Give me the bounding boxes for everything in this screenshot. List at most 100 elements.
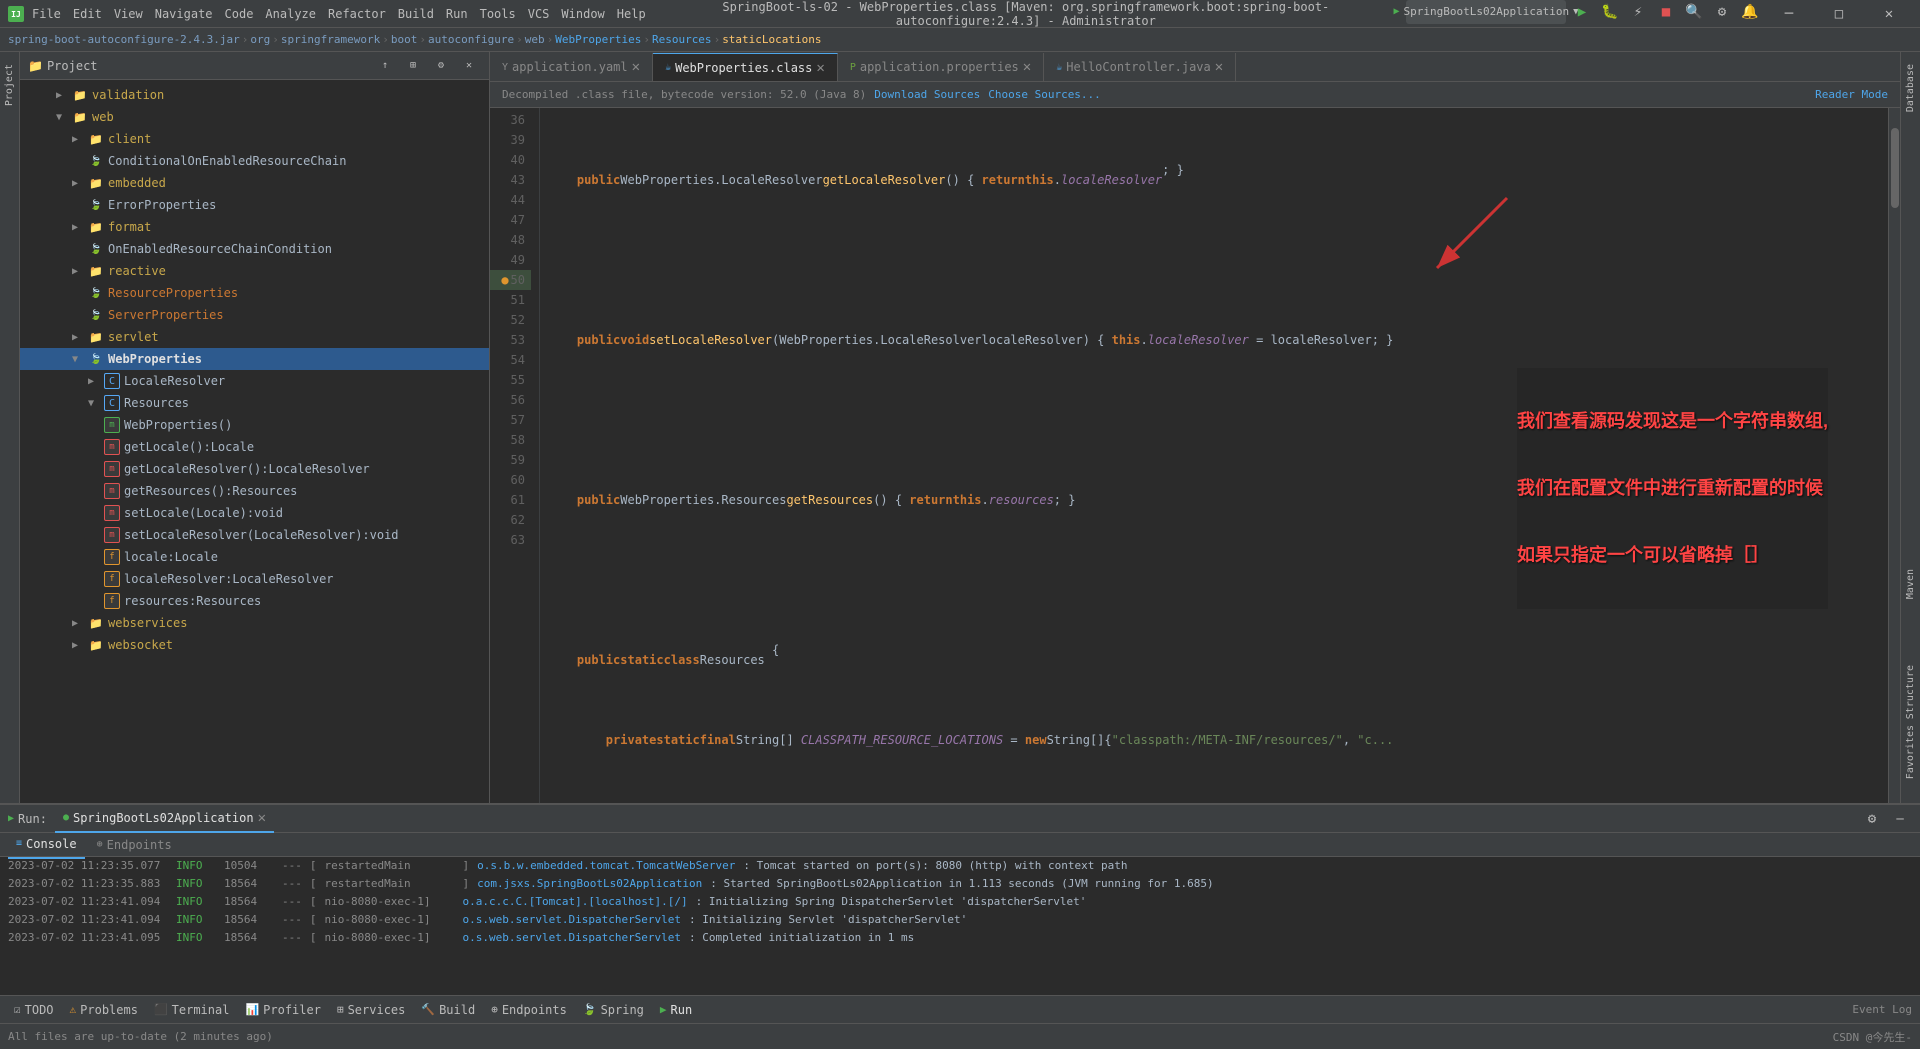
breadcrumb-webproperties[interactable]: WebProperties (555, 33, 641, 46)
tab-close-webprops[interactable]: ✕ (816, 60, 824, 76)
scrollbar-thumb[interactable] (1891, 128, 1899, 208)
menu-vcs[interactable]: VCS (528, 7, 550, 21)
tree-item-format[interactable]: ▶ 📁 format (20, 216, 489, 238)
toolbar-build[interactable]: 🔨 Build (415, 999, 481, 1021)
breadcrumb-web[interactable]: web (525, 33, 545, 46)
toolbar-run[interactable]: ▶ Run (654, 999, 698, 1021)
tab-close-yaml[interactable]: ✕ (632, 59, 640, 75)
toolbar-endpoints[interactable]: ⊕ Endpoints (485, 999, 573, 1021)
tab-webproperties[interactable]: ☕ WebProperties.class ✕ (653, 53, 838, 81)
tree-item-setlocale[interactable]: ▶ m setLocale(Locale):void (20, 502, 489, 524)
download-sources-link[interactable]: Download Sources (874, 88, 980, 101)
menu-window[interactable]: Window (561, 7, 604, 21)
toolbar-spring[interactable]: 🍃 Spring (577, 999, 650, 1021)
tree-item-localeresolver-field[interactable]: ▶ f localeResolver:LocaleResolver (20, 568, 489, 590)
tab-application-props[interactable]: P application.properties ✕ (838, 53, 1044, 81)
menu-tools[interactable]: Tools (480, 7, 516, 21)
tree-item-reactive[interactable]: ▶ 📁 reactive (20, 260, 489, 282)
tree-item-localeresolver[interactable]: ▶ C LocaleResolver (20, 370, 489, 392)
tree-item-errorprops[interactable]: ▶ 🍃 ErrorProperties (20, 194, 489, 216)
tab-close-hello[interactable]: ✕ (1215, 59, 1223, 75)
stop-button[interactable]: ■ (1654, 0, 1678, 24)
tree-item-constructor[interactable]: ▶ m WebProperties() (20, 414, 489, 436)
project-close[interactable]: ✕ (457, 54, 481, 78)
favorites-tab[interactable]: Favorites (1903, 721, 1918, 783)
menu-navigate[interactable]: Navigate (155, 7, 213, 21)
reader-mode-link[interactable]: Reader Mode (1815, 88, 1888, 101)
tree-item-resources-field[interactable]: ▶ f resources:Resources (20, 590, 489, 612)
tab-hellocontroller[interactable]: ☕ HelloController.java ✕ (1044, 53, 1236, 81)
project-settings[interactable]: ⚙ (429, 54, 453, 78)
tab-run-config[interactable]: ● SpringBootLs02Application ✕ (55, 805, 274, 833)
breadcrumb-resources[interactable]: Resources (652, 33, 712, 46)
menu-run[interactable]: Run (446, 7, 468, 21)
tree-item-webservices[interactable]: ▶ 📁 webservices (20, 612, 489, 634)
settings-button[interactable]: ⚙ (1710, 0, 1734, 24)
structure-tab[interactable]: Structure (1903, 661, 1918, 723)
editor-scrollbar[interactable] (1888, 108, 1900, 803)
project-expand[interactable]: ⊞ (401, 54, 425, 78)
tree-item-resources[interactable]: ▼ C Resources (20, 392, 489, 414)
debug-button[interactable]: 🐛 (1598, 0, 1622, 24)
endpoints-sub-tab[interactable]: ⊕ Endpoints (89, 831, 180, 859)
minimize-button[interactable]: ─ (1766, 0, 1812, 28)
code-content[interactable]: public WebProperties.LocaleResolver getL… (540, 108, 1888, 803)
tree-item-getlocale[interactable]: ▶ m getLocale():Locale (20, 436, 489, 458)
breadcrumb-springframework[interactable]: springframework (281, 33, 380, 46)
profile-button[interactable]: ⚡ (1626, 0, 1650, 24)
breadcrumb-org[interactable]: org (250, 33, 270, 46)
tree-item-embedded[interactable]: ▶ 📁 embedded (20, 172, 489, 194)
tree-label: getResources():Resources (124, 484, 297, 498)
run-button[interactable]: ▶ (1570, 0, 1594, 24)
choose-sources-link[interactable]: Choose Sources... (988, 88, 1101, 101)
menu-help[interactable]: Help (617, 7, 646, 21)
tree-item-serverprops[interactable]: ▶ 🍃 ServerProperties (20, 304, 489, 326)
problems-icon: ⚠ (70, 1003, 77, 1016)
tree-item-client[interactable]: ▶ 📁 client (20, 128, 489, 150)
tree-item-conditionalreschain[interactable]: ▶ 🍃 ConditionalOnEnabledResourceChain (20, 150, 489, 172)
tree-item-validation[interactable]: ▶ 📁 validation (20, 84, 489, 106)
tree-item-webprops[interactable]: ▼ 🍃 WebProperties (20, 348, 489, 370)
database-tab[interactable]: Database (1903, 60, 1918, 116)
tree-item-getlocaleresolver[interactable]: ▶ m getLocaleResolver():LocaleResolver (20, 458, 489, 480)
toolbar-profiler[interactable]: 📊 Profiler (239, 999, 327, 1021)
tree-item-onerrc[interactable]: ▶ 🍃 OnEnabledResourceChainCondition (20, 238, 489, 260)
tree-item-servlet[interactable]: ▶ 📁 servlet (20, 326, 489, 348)
maximize-button[interactable]: □ (1816, 0, 1862, 28)
panel-close[interactable]: ─ (1888, 807, 1912, 831)
menu-view[interactable]: View (114, 7, 143, 21)
menu-code[interactable]: Code (225, 7, 254, 21)
menu-build[interactable]: Build (398, 7, 434, 21)
toolbar-problems[interactable]: ⚠ Problems (64, 999, 144, 1021)
tree-item-resourceprops[interactable]: ▶ 🍃 ResourceProperties (20, 282, 489, 304)
breadcrumb-staticlocations[interactable]: staticLocations (722, 33, 821, 46)
tab-close-run[interactable]: ✕ (258, 810, 266, 826)
event-log-link[interactable]: Event Log (1852, 1003, 1912, 1016)
tree-item-web[interactable]: ▼ 📁 web (20, 106, 489, 128)
project-scroll-top[interactable]: ↑ (373, 54, 397, 78)
notifications[interactable]: 🔔 (1738, 0, 1762, 24)
tab-application-yaml[interactable]: Y application.yaml ✕ (490, 53, 653, 81)
menu-refactor[interactable]: Refactor (328, 7, 386, 21)
search-everywhere[interactable]: 🔍 (1682, 0, 1706, 24)
tab-close-props[interactable]: ✕ (1023, 59, 1031, 75)
toolbar-todo[interactable]: ☑ TODO (8, 999, 60, 1021)
project-tab[interactable]: Project (2, 60, 17, 110)
menu-file[interactable]: File (32, 7, 61, 21)
maven-tab[interactable]: Maven (1903, 565, 1918, 603)
console-sub-tab[interactable]: ≡ Console (8, 831, 85, 859)
breadcrumb-jar[interactable]: spring-boot-autoconfigure-2.4.3.jar (8, 33, 240, 46)
menu-analyze[interactable]: Analyze (265, 7, 316, 21)
breadcrumb-autoconfigure[interactable]: autoconfigure (428, 33, 514, 46)
toolbar-terminal[interactable]: ⬛ Terminal (148, 999, 236, 1021)
menu-edit[interactable]: Edit (73, 7, 102, 21)
close-button[interactable]: ✕ (1866, 0, 1912, 28)
toolbar-services[interactable]: ⊞ Services (331, 999, 411, 1021)
tree-item-getresources[interactable]: ▶ m getResources():Resources (20, 480, 489, 502)
breadcrumb-boot[interactable]: boot (391, 33, 418, 46)
tree-item-setlocaleresolver[interactable]: ▶ m setLocaleResolver(LocaleResolver):vo… (20, 524, 489, 546)
panel-settings[interactable]: ⚙ (1860, 807, 1884, 831)
tree-item-locale-field[interactable]: ▶ f locale:Locale (20, 546, 489, 568)
run-config-selector[interactable]: ▶ SpringBootLs02Application ▼ (1406, 0, 1566, 24)
tree-item-websocket[interactable]: ▶ 📁 websocket (20, 634, 489, 656)
